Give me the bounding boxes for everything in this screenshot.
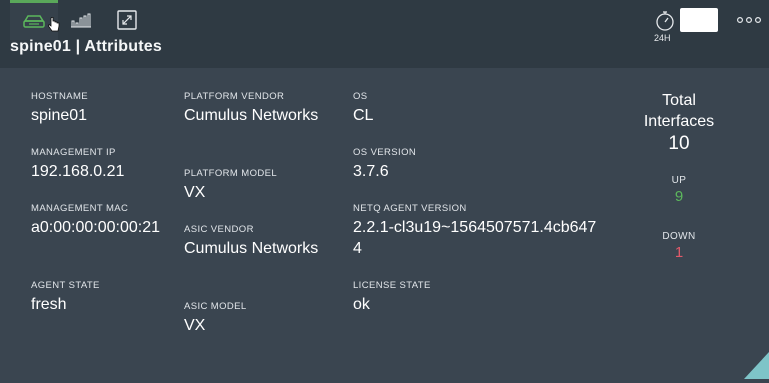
- attributes-card: spine01 | Attributes 24H HOSTNAME spine0…: [0, 0, 769, 379]
- hostname-field: HOSTNAME spine01: [31, 91, 88, 126]
- agent-state-value: fresh: [31, 296, 67, 313]
- time-range-label: 24H: [654, 33, 671, 43]
- interfaces-down-label: DOWN: [662, 231, 696, 242]
- interfaces-summary: Total Interfaces 10 UP 9 DOWN 1: [630, 90, 728, 261]
- tab-switch-attributes[interactable]: [10, 0, 60, 40]
- tab-expand[interactable]: [110, 0, 144, 40]
- bar-chart-icon: [70, 12, 92, 28]
- os-version-value: 3.7.6: [353, 163, 389, 180]
- more-dots-icon: [736, 12, 762, 31]
- asic-model-value: VX: [184, 317, 206, 334]
- time-range-box[interactable]: [680, 8, 718, 32]
- platform-vendor-label: PLATFORM VENDOR: [184, 91, 285, 102]
- license-state-value: ok: [353, 296, 370, 313]
- interfaces-up-label: UP: [671, 175, 687, 186]
- asic-model-label: ASIC MODEL: [184, 301, 247, 312]
- platform-vendor-field: PLATFORM VENDOR Cumulus Networks: [184, 91, 334, 126]
- resize-handle[interactable]: [744, 352, 769, 379]
- asic-vendor-value: Cumulus Networks: [184, 240, 319, 257]
- os-version-label: OS VERSION: [353, 147, 417, 158]
- card-title: spine01 | Attributes: [10, 38, 162, 55]
- interfaces-up-value: 9: [674, 188, 684, 205]
- platform-vendor-value: Cumulus Networks: [184, 107, 319, 124]
- more-options-button[interactable]: [736, 12, 762, 26]
- os-value: CL: [353, 107, 374, 124]
- management-mac-field: MANAGEMENT MAC a0:00:00:00:00:21: [31, 203, 166, 238]
- expand-icon: [117, 10, 137, 30]
- asic-vendor-label: ASIC VENDOR: [184, 224, 254, 235]
- time-range-button[interactable]: 24H: [650, 8, 680, 44]
- management-ip-value: 192.168.0.21: [31, 163, 125, 180]
- interfaces-total: 10: [668, 133, 690, 154]
- management-mac-label: MANAGEMENT MAC: [31, 203, 129, 214]
- asic-vendor-field: ASIC VENDOR Cumulus Networks: [184, 224, 334, 259]
- interfaces-title: Total Interfaces: [643, 92, 715, 130]
- management-ip-label: MANAGEMENT IP: [31, 147, 116, 158]
- platform-model-value: VX: [184, 184, 206, 201]
- os-field: OS CL: [353, 91, 373, 126]
- management-mac-value: a0:00:00:00:00:21: [31, 219, 161, 236]
- agent-state-field: AGENT STATE fresh: [31, 280, 100, 315]
- license-state-field: LICENSE STATE ok: [353, 280, 431, 315]
- switch-icon: [21, 14, 47, 30]
- cursor-hand-icon: [48, 17, 60, 33]
- netq-agent-version-value: 2.2.1-cl3u19~1564507571.4cb6474: [353, 219, 597, 257]
- hostname-value: spine01: [31, 107, 88, 124]
- card-header: spine01 | Attributes 24H: [0, 0, 769, 68]
- netq-agent-version-field: NETQ AGENT VERSION 2.2.1-cl3u19~15645075…: [353, 203, 603, 259]
- license-state-label: LICENSE STATE: [353, 280, 431, 291]
- asic-model-field: ASIC MODEL VX: [184, 301, 247, 336]
- platform-model-field: PLATFORM MODEL VX: [184, 168, 277, 203]
- platform-model-label: PLATFORM MODEL: [184, 168, 278, 179]
- os-label: OS: [353, 91, 368, 102]
- os-version-field: OS VERSION 3.7.6: [353, 147, 416, 182]
- interfaces-down-value: 1: [674, 244, 684, 261]
- agent-state-label: AGENT STATE: [31, 280, 100, 291]
- tab-chart[interactable]: [64, 0, 98, 40]
- management-ip-field: MANAGEMENT IP 192.168.0.21: [31, 147, 124, 182]
- hostname-label: HOSTNAME: [31, 91, 89, 102]
- netq-agent-version-label: NETQ AGENT VERSION: [353, 203, 467, 214]
